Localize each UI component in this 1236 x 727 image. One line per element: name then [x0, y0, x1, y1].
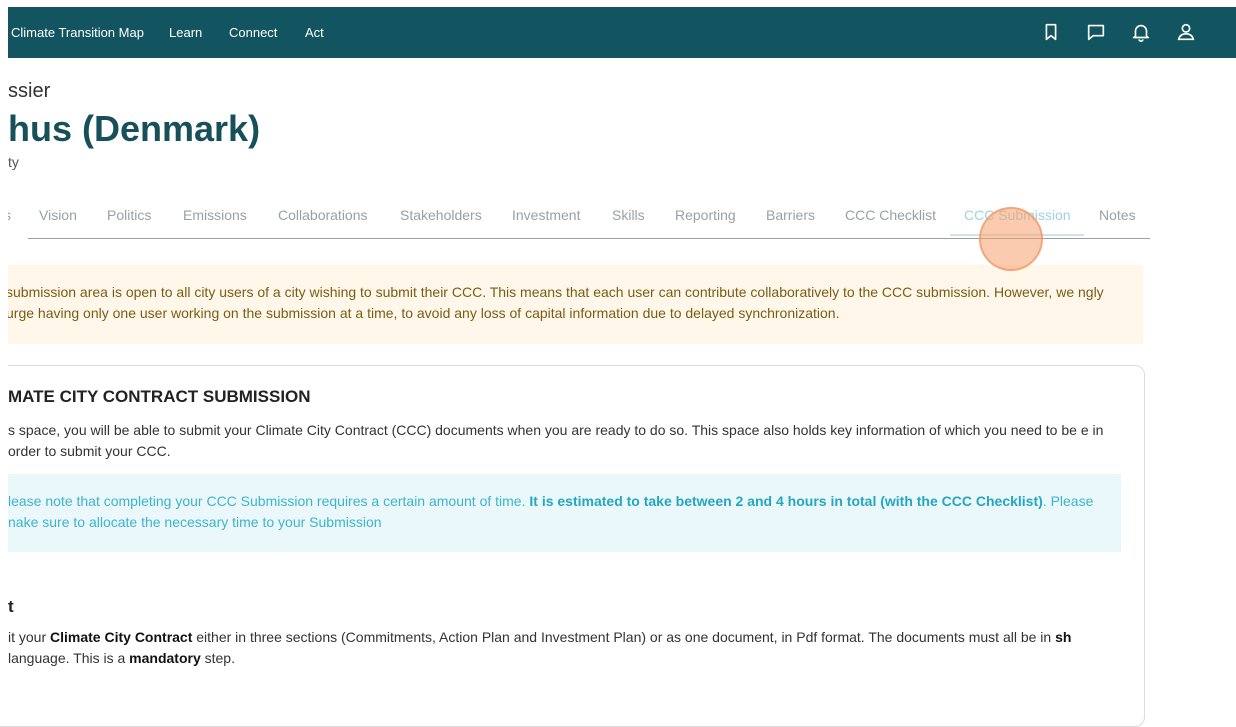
warning-banner: submission area is open to all city user…	[0, 265, 1143, 344]
section-text-3: language. This is a	[8, 650, 130, 666]
nav-learn[interactable]: Learn	[169, 7, 202, 58]
left-edge	[0, 0, 8, 696]
tab-notes[interactable]: Notes	[1099, 207, 1136, 223]
note-text: lease note that completing your CCC Subm…	[8, 491, 1108, 533]
page-title: hus (Denmark)	[8, 108, 261, 149]
page-subtitle: ty	[8, 154, 19, 170]
info-note: lease note that completing your CCC Subm…	[0, 474, 1121, 552]
section-bold-1: Climate City Contract	[50, 629, 193, 645]
tab-reporting[interactable]: Reporting	[675, 207, 736, 223]
bell-icon[interactable]	[1130, 21, 1152, 43]
note-text-bold: It is estimated to take between 2 and 4 …	[529, 493, 1043, 509]
breadcrumb: ssier	[8, 80, 51, 102]
tab-barriers[interactable]: Barriers	[766, 207, 815, 223]
tab-emissions[interactable]: Emissions	[183, 207, 247, 223]
section-bold-3: mandatory	[129, 650, 201, 666]
tab-politics[interactable]: Politics	[107, 207, 151, 223]
card-title: MATE CITY CONTRACT SUBMISSION	[8, 387, 311, 406]
bookmark-icon[interactable]	[1040, 21, 1062, 43]
top-navigation-bar: Climate Transition Map Learn Connect Act	[0, 7, 1236, 58]
tab-investment[interactable]: Investment	[512, 207, 580, 223]
card-intro: s space, you will be able to submit your…	[8, 422, 1104, 459]
nav-act[interactable]: Act	[305, 7, 324, 58]
user-icon[interactable]	[1175, 21, 1197, 43]
tab-stakeholders[interactable]: Stakeholders	[400, 207, 482, 223]
tab-ccc-checklist[interactable]: CCC Checklist	[845, 207, 936, 223]
section-title: t	[8, 597, 14, 616]
section-text-2: either in three sections (Commitments, A…	[192, 629, 1056, 645]
warning-text: submission area is open to all city user…	[6, 284, 1104, 321]
section-text-4: step.	[200, 650, 235, 666]
click-indicator	[979, 207, 1043, 271]
tab-collaborations[interactable]: Collaborations	[278, 207, 368, 223]
chat-icon[interactable]	[1085, 21, 1107, 43]
nav-connect[interactable]: Connect	[229, 7, 277, 58]
section-text-1: it your	[8, 629, 51, 645]
note-text-1: lease note that completing your CCC Subm…	[8, 493, 530, 509]
section-text: it your Climate City Contract either in …	[8, 627, 1123, 669]
tab-vision[interactable]: Vision	[39, 207, 77, 223]
tab-skills[interactable]: Skills	[612, 207, 645, 223]
section-bold-2: sh	[1055, 629, 1072, 645]
nav-climate-transition-map[interactable]: Climate Transition Map	[11, 7, 144, 58]
